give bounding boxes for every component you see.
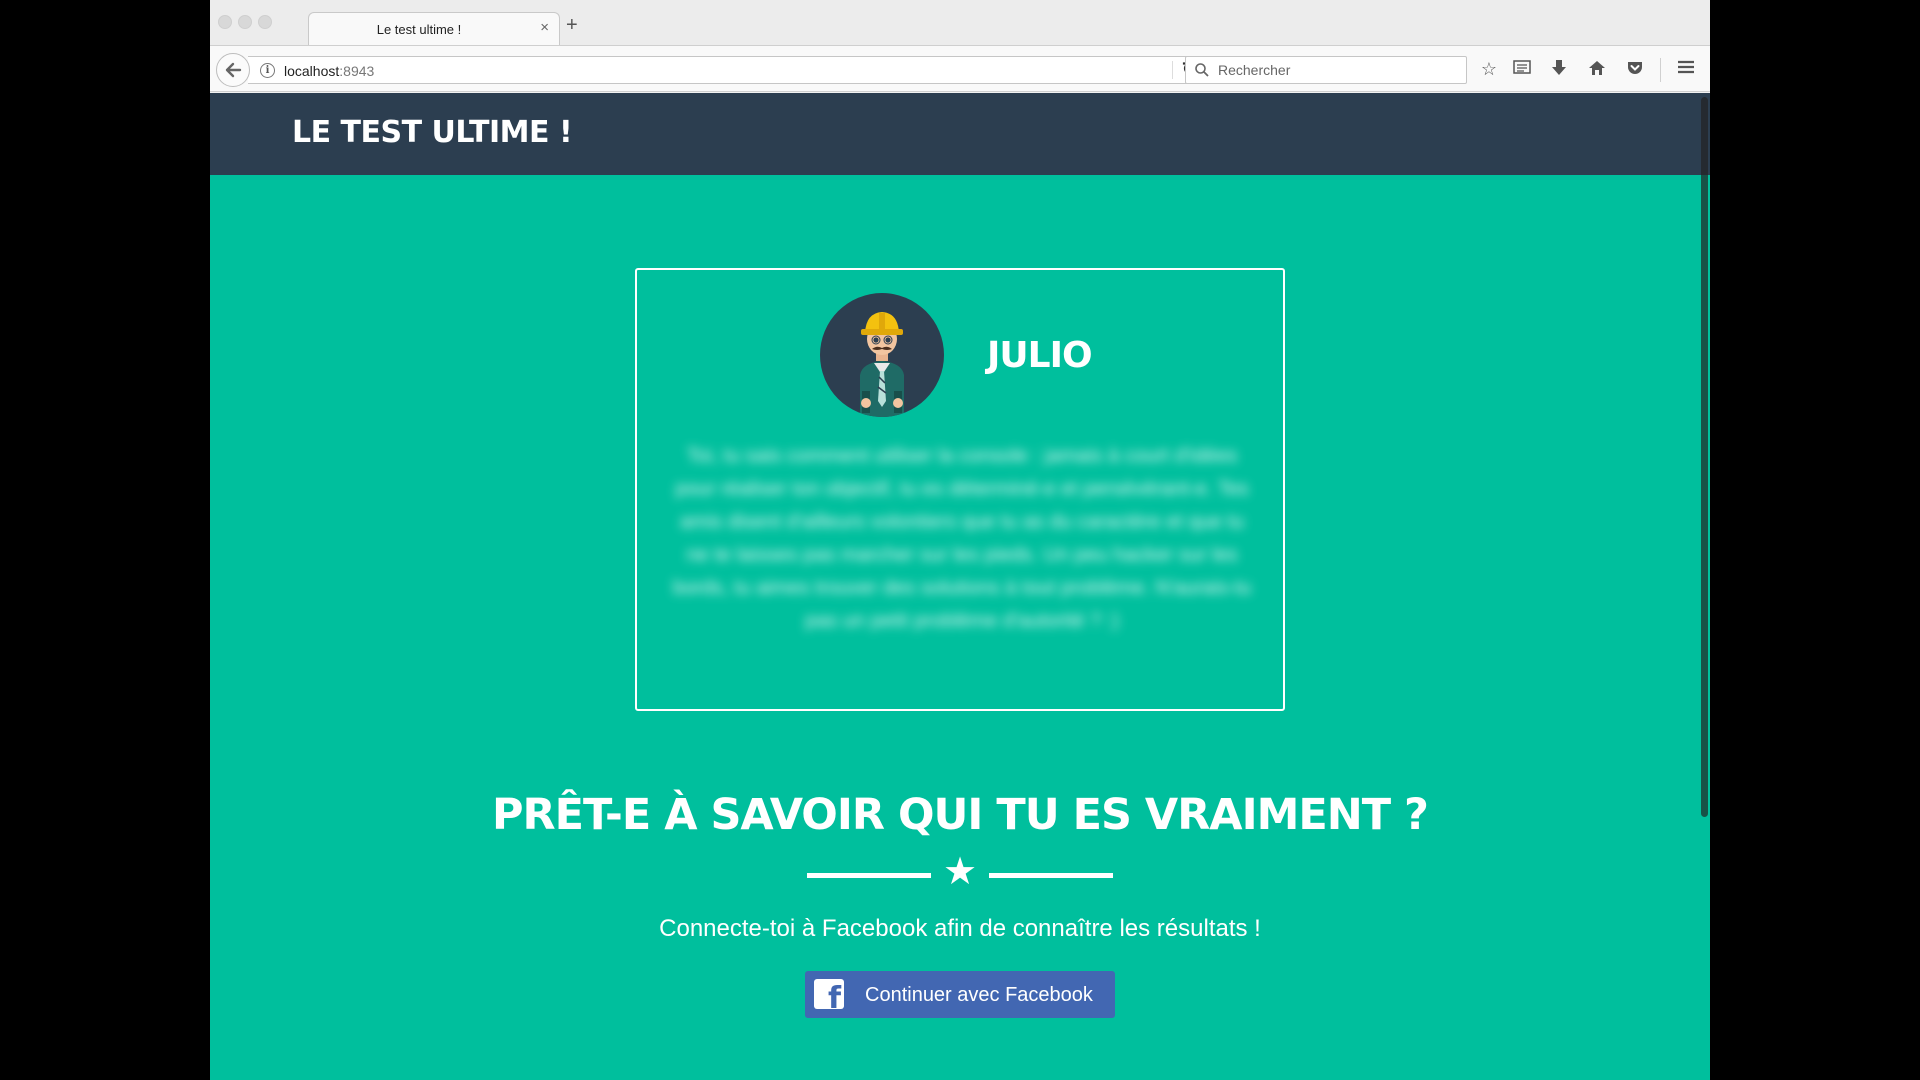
divider-line-left bbox=[807, 873, 931, 878]
facebook-login-button[interactable]: f Continuer avec Facebook bbox=[805, 971, 1115, 1018]
tab-strip: Le test ultime ! × + bbox=[210, 0, 1710, 46]
pocket-glyph bbox=[1628, 62, 1642, 74]
bookmark-star-icon[interactable]: ☆ bbox=[1477, 59, 1501, 79]
home-icon[interactable] bbox=[1585, 59, 1609, 81]
close-window-button[interactable] bbox=[218, 15, 232, 29]
result-card: JULIO Toi, tu sais comment utiliser la c… bbox=[635, 268, 1285, 711]
hamburger-glyph bbox=[1678, 60, 1694, 74]
profile-description-blurred: Toi, tu sais comment utiliser la console… bbox=[672, 445, 1252, 632]
site-header: LE TEST ULTIME ! bbox=[210, 93, 1710, 175]
search-input[interactable] bbox=[1216, 60, 1456, 80]
url-text: localhost:8943 bbox=[284, 63, 374, 79]
toolbar-separator bbox=[1660, 58, 1661, 82]
divider-line-right bbox=[989, 873, 1113, 878]
worker-avatar-icon bbox=[860, 312, 904, 417]
profile-name: JULIO bbox=[987, 335, 1093, 376]
reading-list-glyph bbox=[1513, 60, 1531, 74]
download-icon[interactable] bbox=[1547, 59, 1571, 81]
avatar bbox=[820, 293, 944, 417]
back-button[interactable] bbox=[216, 53, 250, 87]
url-bar[interactable]: i localhost:8943 ↻ bbox=[248, 56, 1208, 84]
url-host: localhost bbox=[284, 63, 340, 79]
reading-list-icon[interactable] bbox=[1510, 59, 1534, 79]
facebook-button-label: Continuer avec Facebook bbox=[865, 984, 1093, 1006]
download-glyph bbox=[1552, 60, 1566, 75]
menu-icon[interactable] bbox=[1674, 59, 1698, 79]
site-title[interactable]: LE TEST ULTIME ! bbox=[292, 115, 573, 150]
cta-subtitle: Connecte-toi à Facebook afin de connaîtr… bbox=[659, 915, 1261, 942]
new-tab-button[interactable]: + bbox=[566, 14, 578, 37]
star-icon: ★ bbox=[942, 851, 978, 893]
url-separator bbox=[1172, 61, 1173, 79]
tab-title: Le test ultime ! bbox=[376, 22, 462, 37]
web-page: LE TEST ULTIME ! JULIO Toi, tu sais comm… bbox=[210, 93, 1710, 1080]
back-arrow-icon bbox=[225, 62, 242, 78]
page-scrollbar[interactable] bbox=[1701, 97, 1708, 817]
url-port: :8943 bbox=[339, 63, 375, 79]
facebook-logo-icon: f bbox=[814, 979, 844, 1009]
navigation-bar: i localhost:8943 ↻ ☆ bbox=[210, 45, 1710, 92]
pocket-icon[interactable] bbox=[1623, 59, 1647, 81]
search-box[interactable] bbox=[1185, 56, 1467, 84]
home-glyph bbox=[1589, 61, 1605, 75]
tab-active[interactable]: Le test ultime ! × bbox=[308, 12, 560, 46]
browser-window: Le test ultime ! × + i localhost:8943 ↻ … bbox=[210, 0, 1710, 1080]
search-icon bbox=[1195, 63, 1209, 77]
minimize-window-button[interactable] bbox=[238, 15, 252, 29]
zoom-window-button[interactable] bbox=[258, 15, 272, 29]
cta-title: PRÊT-E À SAVOIR QUI TU ES VRAIMENT ? bbox=[492, 790, 1429, 840]
info-icon[interactable]: i bbox=[260, 63, 275, 78]
tab-close-icon[interactable]: × bbox=[540, 19, 549, 36]
